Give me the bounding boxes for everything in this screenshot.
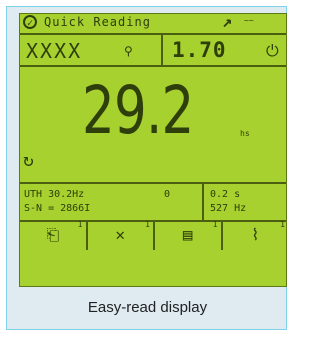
- softkey-trend[interactable]: ⌇ 1: [223, 220, 287, 250]
- report-icon: ▤: [182, 225, 193, 244]
- display-card: ✓ Quick Reading ↗ ~~ XXXX ⚲ 1.70 ⏻ 29.2 …: [6, 6, 287, 330]
- pin-icon: ⚲: [124, 44, 133, 58]
- info-right-line-2: 527 Hz: [210, 203, 247, 214]
- info-line-1: UTH 30.2Hz: [24, 189, 85, 200]
- refresh-icon[interactable]: ↻: [23, 150, 34, 171]
- info-right-line-1: 0.2 s: [210, 189, 241, 200]
- softkey-save[interactable]: ⎗ 1: [20, 220, 88, 250]
- trend-icon: ⌇: [251, 225, 260, 244]
- power-icon[interactable]: ⏻: [266, 41, 279, 61]
- softkey-number: 1: [145, 220, 150, 229]
- screen-title: Quick Reading: [44, 15, 151, 29]
- info-panel: UTH 30.2Hz S-N = 2866I 0 0.2 s 527 Hz: [20, 182, 286, 222]
- signal-icon: ~~: [244, 16, 254, 25]
- info-mid: 0: [164, 189, 171, 200]
- info-line-2: S-N = 2866I: [24, 203, 91, 214]
- arrow-icon[interactable]: ↗: [222, 14, 232, 32]
- info-right: 0.2 s 527 Hz: [210, 188, 246, 216]
- lcd-screen: ✓ Quick Reading ↗ ~~ XXXX ⚲ 1.70 ⏻ 29.2 …: [19, 13, 287, 287]
- ratio-value: 1.70: [172, 38, 227, 62]
- reading-unit: hs: [240, 129, 250, 138]
- info-left: UTH 30.2Hz S-N = 2866I: [24, 188, 90, 216]
- check-icon: ✓: [23, 15, 37, 29]
- divider: [202, 184, 204, 220]
- softkey-bar: ⎗ 1 ✕ 1 ▤ 1 ⌇ 1: [20, 220, 287, 250]
- divider: [161, 35, 163, 65]
- save-icon: ⎗: [46, 225, 60, 244]
- tools-icon: ✕: [115, 225, 126, 244]
- softkey-number: 1: [280, 220, 285, 229]
- header-row: XXXX ⚲ 1.70 ⏻: [20, 35, 286, 67]
- title-bar: ✓ Quick Reading ↗ ~~: [20, 14, 286, 35]
- softkey-number: 1: [77, 220, 83, 229]
- softkey-report[interactable]: ▤ 1: [155, 220, 223, 250]
- device-id: XXXX: [26, 39, 83, 63]
- reading-value: 29.2: [82, 72, 194, 149]
- softkey-tools[interactable]: ✕ 1: [88, 220, 155, 250]
- caption: Easy-read display: [87, 299, 208, 316]
- softkey-number: 1: [212, 220, 218, 229]
